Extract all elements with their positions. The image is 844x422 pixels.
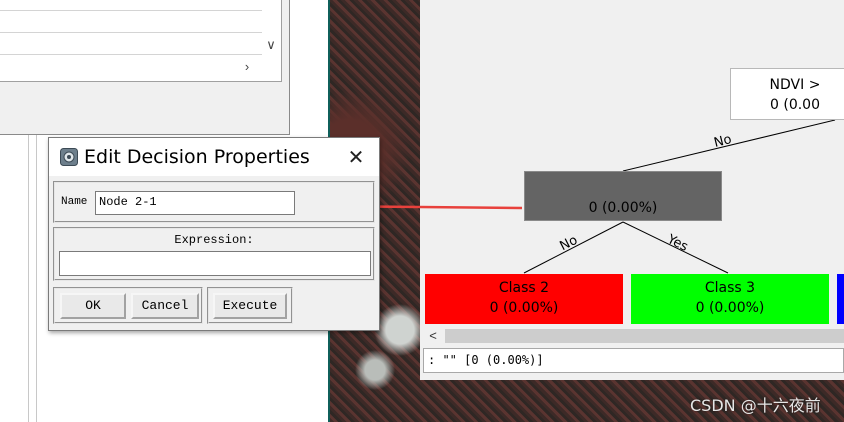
execute-button[interactable]: Execute xyxy=(213,293,287,319)
dialog-title: Edit Decision Properties xyxy=(84,146,310,168)
ok-button[interactable]: OK xyxy=(60,293,126,319)
expression-group: Expression: xyxy=(53,227,375,281)
execute-group: Execute xyxy=(207,287,293,324)
edit-decision-dialog: Edit Decision Properties ✕ Name Node 2-1… xyxy=(48,137,380,331)
cancel-button[interactable]: Cancel xyxy=(131,293,199,319)
expression-label: Expression: xyxy=(174,233,254,247)
app-icon xyxy=(60,148,78,166)
ok-cancel-group: OK Cancel xyxy=(53,287,203,324)
expression-field[interactable] xyxy=(59,251,371,276)
name-field[interactable]: Node 2-1 xyxy=(95,191,295,215)
close-button[interactable]: ✕ xyxy=(341,142,371,172)
name-group: Name Node 2-1 xyxy=(53,181,375,223)
dialog-titlebar[interactable]: Edit Decision Properties ✕ xyxy=(49,138,379,176)
name-label: Name xyxy=(61,196,88,208)
